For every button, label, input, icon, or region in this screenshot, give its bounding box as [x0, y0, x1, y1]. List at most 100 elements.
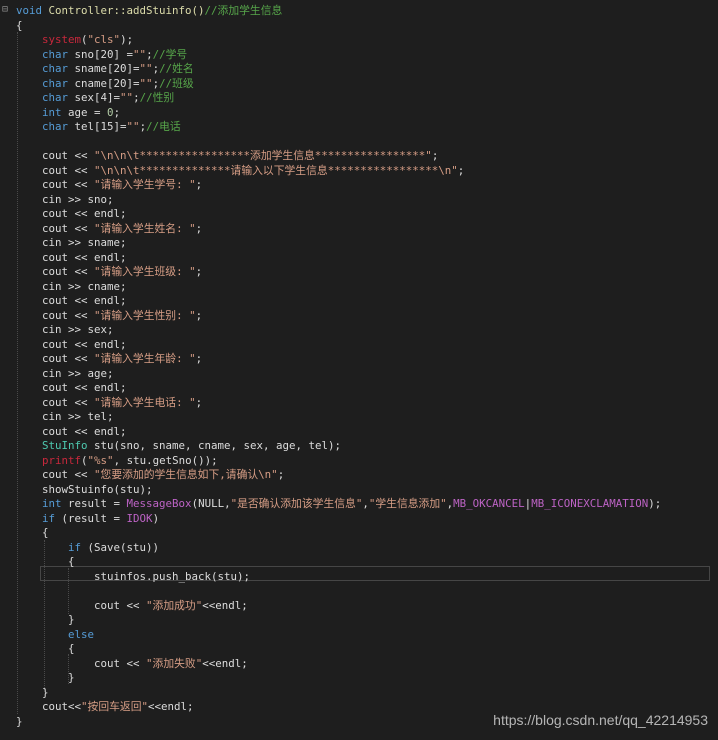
code-token: cout <<: [16, 265, 95, 278]
code-token: "请输入学生年龄: ": [94, 352, 196, 365]
code-token: (result =: [55, 511, 127, 525]
code-line[interactable]: {: [16, 526, 49, 541]
code-token: ;: [277, 468, 285, 481]
code-line[interactable]: cout << endl;: [16, 251, 127, 266]
code-token: ;: [195, 221, 203, 235]
code-token: cout <<: [16, 163, 95, 177]
code-line[interactable]: cin >> tel;: [16, 410, 114, 425]
code-line[interactable]: char sex[4]="";//性别: [16, 91, 174, 106]
code-token: cin >> sno;: [16, 192, 114, 206]
code-line[interactable]: {: [16, 19, 23, 34]
code-token: "": [139, 76, 153, 90]
code-line[interactable]: void Controller::addStuinfo()//添加学生信息: [16, 4, 282, 19]
collapse-icon[interactable]: ⊟: [2, 4, 8, 15]
code-line[interactable]: }: [16, 671, 75, 686]
code-token: cin >> cname;: [16, 279, 127, 293]
code-token: "您要添加的学生信息如下,请确认\n": [94, 468, 278, 481]
code-token: if: [68, 540, 82, 554]
code-line[interactable]: if (result = IDOK): [16, 512, 159, 527]
code-line[interactable]: cout << endl;: [16, 207, 127, 222]
code-line[interactable]: cout << "\n\n\t**************请输入以下学生信息**…: [16, 164, 464, 179]
code-line[interactable]: char sname[20]="";//姓名: [16, 62, 194, 77]
code-line[interactable]: cout << "请输入学生姓名: ";: [16, 222, 202, 237]
code-token: char: [42, 120, 69, 133]
code-token: "是否确认添加该学生信息": [230, 497, 363, 510]
code-line[interactable]: char sno[20] ="";//学号: [16, 48, 187, 63]
code-token: (NULL,: [191, 497, 231, 510]
code-token: //学号: [152, 47, 188, 61]
code-line[interactable]: cout << "请输入学生班级: ";: [16, 265, 202, 280]
code-line[interactable]: cout << "请输入学生性别: ";: [16, 309, 202, 324]
code-line[interactable]: {: [16, 642, 75, 657]
code-line[interactable]: stuinfos.push_back(stu);: [16, 570, 250, 585]
code-line[interactable]: cout<<"按回车返回"<<endl;: [16, 700, 194, 715]
code-token: sname[20]=: [68, 62, 140, 75]
code-token: );: [120, 33, 134, 46]
code-token: cout <<: [16, 221, 95, 235]
code-line[interactable]: int result = MessageBox(NULL,"是否确认添加该学生信…: [16, 497, 661, 512]
code-line[interactable]: cin >> sno;: [16, 193, 114, 208]
code-line[interactable]: cout << "您要添加的学生信息如下,请确认\n";: [16, 468, 284, 483]
code-token: cout<<: [16, 700, 82, 713]
code-line[interactable]: }: [16, 613, 75, 628]
code-token: "添加成功": [146, 598, 203, 612]
code-line[interactable]: StuInfo stu(sno, sname, cname, sex, age,…: [16, 439, 341, 454]
code-token: (Save(stu)): [81, 540, 160, 554]
code-line[interactable]: cout << endl;: [16, 294, 127, 309]
code-line[interactable]: cout << endl;: [16, 381, 127, 396]
code-line[interactable]: cout << "请输入学生学号: ";: [16, 178, 202, 193]
code-token: cout <<: [16, 395, 95, 409]
code-token: MB_OKCANCEL: [453, 497, 525, 510]
code-token: "": [120, 91, 134, 104]
code-line[interactable]: else: [16, 628, 94, 643]
code-token: ): [152, 511, 160, 525]
code-line[interactable]: cout << "\n\n\t*****************添加学生信息**…: [16, 149, 438, 164]
code-token: //姓名: [159, 62, 194, 75]
code-line[interactable]: }: [16, 686, 49, 701]
code-token: "cls": [87, 33, 121, 46]
code-token: //添加学生信息: [204, 4, 283, 17]
code-token: showStuinfo(stu);: [16, 482, 153, 496]
code-token: ;: [113, 105, 121, 119]
code-token: cout << endl;: [16, 381, 127, 394]
code-token: cout <<: [16, 352, 95, 365]
code-line[interactable]: cout << "添加成功"<<endl;: [16, 599, 248, 614]
code-token: Controller::addStuinfo(): [42, 4, 205, 17]
code-token: <<endl;: [202, 656, 248, 670]
code-token: "添加失败": [146, 656, 203, 670]
code-line[interactable]: int age = 0;: [16, 106, 120, 121]
code-token: int: [42, 497, 62, 510]
code-token: {: [16, 642, 75, 655]
code-token: cout <<: [16, 308, 95, 322]
code-line[interactable]: cout << "请输入学生电话: ";: [16, 396, 202, 411]
code-token: cname[20]=: [68, 76, 140, 90]
code-token: cin >> sex;: [16, 323, 114, 336]
code-line[interactable]: printf("%s", stu.getSno());: [16, 454, 218, 469]
code-line[interactable]: char cname[20]="";//班级: [16, 77, 194, 92]
code-line[interactable]: cout << endl;: [16, 425, 127, 440]
code-token: ;: [195, 308, 203, 322]
code-line[interactable]: cin >> sname;: [16, 236, 127, 251]
code-line[interactable]: cout << endl;: [16, 338, 127, 353]
code-line[interactable]: cin >> sex;: [16, 323, 114, 338]
code-line[interactable]: char tel[15]="";//电话: [16, 120, 181, 135]
code-line[interactable]: cout << "请输入学生年龄: ";: [16, 352, 202, 367]
code-token: cin >> tel;: [16, 410, 114, 423]
code-line[interactable]: cout << "添加失败"<<endl;: [16, 657, 248, 672]
code-line[interactable]: {: [16, 555, 75, 570]
code-token: //电话: [146, 120, 181, 133]
code-line[interactable]: showStuinfo(stu);: [16, 483, 153, 498]
code-line[interactable]: cin >> age;: [16, 367, 114, 382]
code-token: cout <<: [16, 656, 147, 670]
code-token: void: [16, 4, 43, 17]
code-line[interactable]: if (Save(stu)): [16, 541, 159, 556]
code-token: "学生信息添加": [368, 497, 447, 510]
code-token: cout << endl;: [16, 424, 127, 438]
code-token: }: [16, 714, 23, 728]
code-line[interactable]: system("cls");: [16, 33, 133, 48]
code-editor[interactable]: ⊟ void Controller::addStuinfo()//添加学生信息{…: [0, 0, 718, 740]
code-line[interactable]: }: [16, 715, 23, 730]
code-line[interactable]: cin >> cname;: [16, 280, 127, 295]
